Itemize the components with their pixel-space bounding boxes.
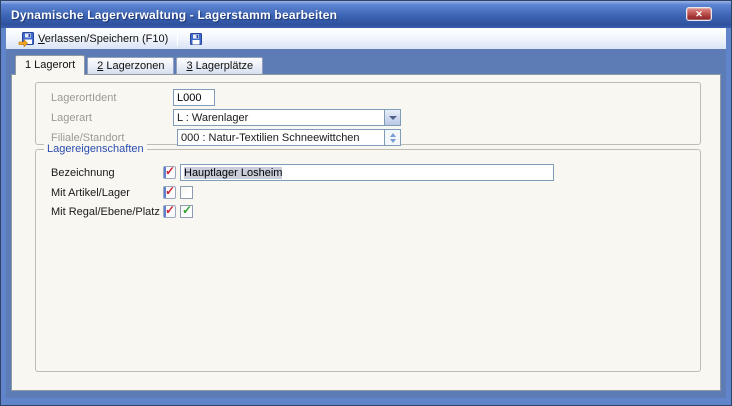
group-lagereigenschaften: Lagereigenschaften Bezeichnung ✓ Hauptla… [35, 149, 701, 372]
group-legend: Lagereigenschaften [44, 142, 147, 156]
exit-save-button[interactable]: Verlassen/Speichern (F10) [13, 29, 173, 48]
tab-page-lagerort: LagerortIdent L000 Lagerart L : Warenlag… [11, 74, 721, 391]
lagerortident-input[interactable]: L000 [173, 89, 215, 106]
mit-artikel-field-check-icon: ✓ [163, 186, 176, 199]
lagerortident-label: LagerortIdent [51, 92, 116, 104]
save-icon [188, 31, 204, 47]
tab-lagerzonen[interactable]: 2 Lagerzonen [87, 57, 174, 74]
workspace: 1 Lagerort 2 Lagerzonen 3 Lagerplätze La… [6, 49, 726, 398]
chevron-down-icon [389, 116, 397, 120]
titlebar[interactable]: Dynamische Lagerverwaltung - Lagerstamm … [1, 1, 731, 28]
toolbar: Verlassen/Speichern (F10) [6, 28, 726, 49]
group-lagerort-ident: LagerortIdent L000 Lagerart L : Warenlag… [35, 82, 701, 145]
lagerart-dropdown-button[interactable] [384, 110, 400, 125]
arrow-down-icon [390, 139, 396, 143]
mit-regal-label: Mit Regal/Ebene/Platz [51, 206, 160, 218]
close-button[interactable]: ✕ [686, 7, 712, 21]
mit-artikel-lager-checkbox[interactable]: ✓ [180, 186, 193, 199]
exit-save-icon [18, 31, 34, 47]
lagerart-combobox[interactable]: L : Warenlager [173, 109, 401, 126]
tabstrip: 1 Lagerort 2 Lagerzonen 3 Lagerplätze [15, 55, 265, 74]
save-button[interactable] [183, 29, 209, 48]
close-icon: ✕ [695, 9, 703, 19]
lagerart-label: Lagerart [51, 112, 92, 124]
checkmark-icon: ✓ [182, 203, 192, 217]
bezeichnung-label: Bezeichnung [51, 167, 115, 179]
mit-regal-checkbox[interactable]: ✓ [180, 205, 193, 218]
filiale-spinner-button[interactable] [384, 130, 400, 145]
filiale-combobox[interactable]: 000 : Natur-Textilien Schneewittchen [177, 129, 401, 146]
mit-regal-field-check-icon: ✓ [163, 205, 176, 218]
window-title: Dynamische Lagerverwaltung - Lagerstamm … [1, 8, 337, 22]
bezeichnung-input[interactable]: Hauptlager Losheim [180, 164, 554, 181]
toolbar-separator [177, 31, 178, 46]
arrow-up-icon [390, 133, 396, 137]
tab-lagerplaetze[interactable]: 3 Lagerplätze [176, 57, 263, 74]
exit-save-label: Verlassen/Speichern (F10) [38, 33, 168, 45]
mit-artikel-lager-label: Mit Artikel/Lager [51, 187, 130, 199]
app-window: Dynamische Lagerverwaltung - Lagerstamm … [0, 0, 732, 406]
tab-lagerort[interactable]: 1 Lagerort [15, 55, 85, 74]
bezeichnung-field-check-icon: ✓ [163, 166, 176, 179]
